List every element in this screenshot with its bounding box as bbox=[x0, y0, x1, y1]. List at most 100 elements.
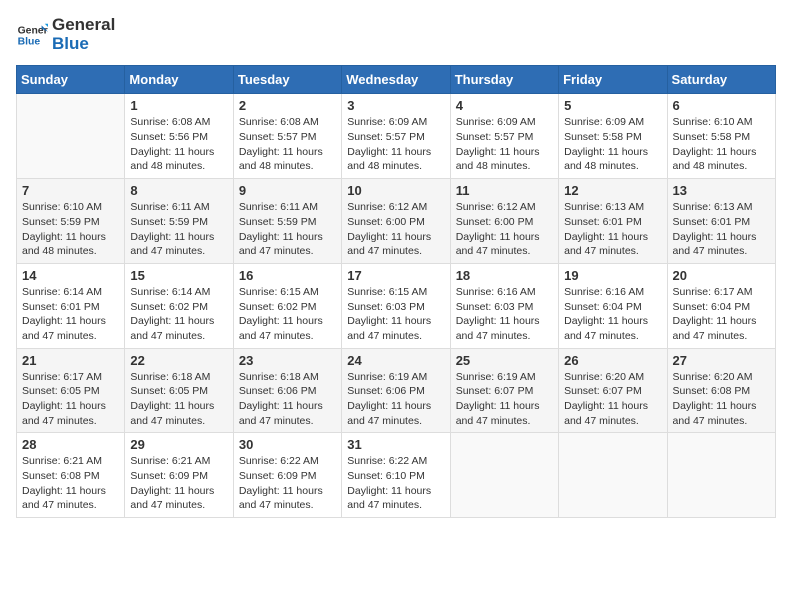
sunset-label: Sunset: 5:56 PM bbox=[130, 131, 208, 143]
sunrise-label: Sunrise: 6:14 AM bbox=[130, 286, 210, 298]
calendar-cell: 7Sunrise: 6:10 AMSunset: 5:59 PMDaylight… bbox=[17, 179, 125, 264]
svg-text:Blue: Blue bbox=[18, 36, 41, 47]
calendar-cell: 14Sunrise: 6:14 AMSunset: 6:01 PMDayligh… bbox=[17, 263, 125, 348]
sunset-label: Sunset: 5:59 PM bbox=[22, 216, 100, 228]
calendar-cell bbox=[559, 433, 667, 518]
calendar-cell bbox=[667, 433, 775, 518]
calendar-cell: 15Sunrise: 6:14 AMSunset: 6:02 PMDayligh… bbox=[125, 263, 233, 348]
sunrise-label: Sunrise: 6:18 AM bbox=[130, 371, 210, 383]
sunrise-label: Sunrise: 6:15 AM bbox=[347, 286, 427, 298]
logo: General Blue General Blue bbox=[16, 16, 115, 53]
calendar-week-row: 1Sunrise: 6:08 AMSunset: 5:56 PMDaylight… bbox=[17, 94, 776, 179]
day-number: 25 bbox=[456, 353, 553, 368]
daylight-label: Daylight: 11 hours and 47 minutes. bbox=[564, 400, 648, 427]
sunrise-label: Sunrise: 6:19 AM bbox=[347, 371, 427, 383]
sunrise-label: Sunrise: 6:14 AM bbox=[22, 286, 102, 298]
day-info: Sunrise: 6:16 AMSunset: 6:03 PMDaylight:… bbox=[456, 285, 553, 344]
day-info: Sunrise: 6:19 AMSunset: 6:06 PMDaylight:… bbox=[347, 370, 444, 429]
calendar-cell: 24 Sunrise: 6:19 AMSunset: 6:06 PMDayligh… bbox=[342, 348, 450, 433]
svg-text:General: General bbox=[18, 25, 48, 36]
sunrise-label: Sunrise: 6:17 AM bbox=[22, 371, 102, 383]
day-info: Sunrise: 6:14 AMSunset: 6:02 PMDaylight:… bbox=[130, 285, 227, 344]
day-number: 23 bbox=[239, 353, 336, 368]
calendar-cell: 5Sunrise: 6:09 AMSunset: 5:58 PMDaylight… bbox=[559, 94, 667, 179]
day-info: Sunrise: 6:15 AMSunset: 6:03 PMDaylight:… bbox=[347, 285, 444, 344]
day-info: Sunrise: 6:20 AMSunset: 6:08 PMDaylight:… bbox=[673, 370, 770, 429]
day-number: 24 bbox=[347, 353, 444, 368]
sunrise-label: Sunrise: 6:09 AM bbox=[347, 116, 427, 128]
day-info: Sunrise: 6:18 AMSunset: 6:05 PMDaylight:… bbox=[130, 370, 227, 429]
sunset-label: Sunset: 5:57 PM bbox=[347, 131, 425, 143]
sunrise-label: Sunrise: 6:16 AM bbox=[456, 286, 536, 298]
logo-blue-text: Blue bbox=[52, 35, 115, 54]
daylight-label: Daylight: 11 hours and 48 minutes. bbox=[456, 146, 540, 173]
daylight-label: Daylight: 11 hours and 47 minutes. bbox=[456, 315, 540, 342]
logo-icon: General Blue bbox=[16, 19, 48, 51]
daylight-label: Daylight: 11 hours and 48 minutes. bbox=[130, 146, 214, 173]
calendar-week-row: 21Sunrise: 6:17 AMSunset: 6:05 PMDayligh… bbox=[17, 348, 776, 433]
column-header-monday: Monday bbox=[125, 66, 233, 94]
day-info: Sunrise: 6:20 AMSunset: 6:07 PMDaylight:… bbox=[564, 370, 661, 429]
sunset-label: Sunset: 6:08 PM bbox=[22, 470, 100, 482]
sunrise-label: Sunrise: 6:10 AM bbox=[22, 201, 102, 213]
day-number: 2 bbox=[239, 98, 336, 113]
sunrise-label: Sunrise: 6:09 AM bbox=[456, 116, 536, 128]
day-info: Sunrise: 6:13 AMSunset: 6:01 PMDaylight:… bbox=[564, 200, 661, 259]
sunset-label: Sunset: 6:01 PM bbox=[673, 216, 751, 228]
day-number: 4 bbox=[456, 98, 553, 113]
sunrise-label: Sunrise: 6:16 AM bbox=[564, 286, 644, 298]
calendar-cell: 9Sunrise: 6:11 AMSunset: 5:59 PMDaylight… bbox=[233, 179, 341, 264]
daylight-label: Daylight: 11 hours and 47 minutes. bbox=[564, 315, 648, 342]
day-number: 18 bbox=[456, 268, 553, 283]
day-number: 22 bbox=[130, 353, 227, 368]
sunset-label: Sunset: 6:04 PM bbox=[564, 301, 642, 313]
sunrise-label: Sunrise: 6:20 AM bbox=[673, 371, 753, 383]
sunrise-label: Sunrise: 6:19 AM bbox=[456, 371, 536, 383]
calendar-cell bbox=[17, 94, 125, 179]
day-number: 7 bbox=[22, 183, 119, 198]
calendar-cell: 11Sunrise: 6:12 AMSunset: 6:00 PMDayligh… bbox=[450, 179, 558, 264]
calendar-cell: 22 Sunrise: 6:18 AMSunset: 6:05 PMDayligh… bbox=[125, 348, 233, 433]
column-header-saturday: Saturday bbox=[667, 66, 775, 94]
day-number: 8 bbox=[130, 183, 227, 198]
calendar-cell: 28Sunrise: 6:21 AMSunset: 6:08 PMDayligh… bbox=[17, 433, 125, 518]
sunset-label: Sunset: 6:04 PM bbox=[673, 301, 751, 313]
calendar-cell: 4Sunrise: 6:09 AMSunset: 5:57 PMDaylight… bbox=[450, 94, 558, 179]
daylight-label: Daylight: 11 hours and 47 minutes. bbox=[130, 485, 214, 512]
day-info: Sunrise: 6:09 AMSunset: 5:57 PMDaylight:… bbox=[347, 115, 444, 174]
day-info: Sunrise: 6:10 AMSunset: 5:58 PMDaylight:… bbox=[673, 115, 770, 174]
calendar-header-row: SundayMondayTuesdayWednesdayThursdayFrid… bbox=[17, 66, 776, 94]
day-number: 17 bbox=[347, 268, 444, 283]
column-header-tuesday: Tuesday bbox=[233, 66, 341, 94]
calendar-cell: 25Sunrise: 6:19 AMSunset: 6:07 PMDayligh… bbox=[450, 348, 558, 433]
day-info: Sunrise: 6:11 AMSunset: 5:59 PMDaylight:… bbox=[130, 200, 227, 259]
day-number: 9 bbox=[239, 183, 336, 198]
calendar-cell: 27 Sunrise: 6:20 AMSunset: 6:08 PMDayligh… bbox=[667, 348, 775, 433]
sunset-label: Sunset: 5:59 PM bbox=[130, 216, 208, 228]
daylight-label: Daylight: 11 hours and 47 minutes. bbox=[347, 231, 431, 258]
sunset-label: Sunset: 5:58 PM bbox=[673, 131, 751, 143]
sunset-label: Sunset: 6:09 PM bbox=[239, 470, 317, 482]
day-info: Sunrise: 6:15 AMSunset: 6:02 PMDaylight:… bbox=[239, 285, 336, 344]
calendar-cell: 19Sunrise: 6:16 AMSunset: 6:04 PMDayligh… bbox=[559, 263, 667, 348]
sunrise-label: Sunrise: 6:09 AM bbox=[564, 116, 644, 128]
sunset-label: Sunset: 6:01 PM bbox=[564, 216, 642, 228]
sunset-label: Sunset: 6:09 PM bbox=[130, 470, 208, 482]
day-number: 27 bbox=[673, 353, 770, 368]
day-number: 13 bbox=[673, 183, 770, 198]
calendar-cell: 18 Sunrise: 6:16 AMSunset: 6:03 PMDayligh… bbox=[450, 263, 558, 348]
daylight-label: Daylight: 11 hours and 47 minutes. bbox=[239, 400, 323, 427]
calendar: SundayMondayTuesdayWednesdayThursdayFrid… bbox=[16, 65, 776, 518]
day-number: 29 bbox=[130, 437, 227, 452]
sunset-label: Sunset: 6:10 PM bbox=[347, 470, 425, 482]
day-number: 14 bbox=[22, 268, 119, 283]
calendar-week-row: 7 Sunrise: 6:10 AM Sunset: 5:59 PM Daylight… bbox=[17, 179, 776, 264]
sunset-label: Sunset: 6:02 PM bbox=[239, 301, 317, 313]
calendar-cell: 20Sunrise: 6:17 AMSunset: 6:04 PMDayligh… bbox=[667, 263, 775, 348]
day-info: Sunrise: 6:17 AMSunset: 6:05 PMDaylight:… bbox=[22, 370, 119, 429]
sunrise-label: Sunrise: 6:11 AM bbox=[239, 201, 318, 213]
day-number: 1 bbox=[130, 98, 227, 113]
calendar-cell: 26Sunrise: 6:20 AMSunset: 6:07 PMDayligh… bbox=[559, 348, 667, 433]
sunrise-label: Sunrise: 6:22 AM bbox=[239, 455, 319, 467]
calendar-cell: 8 Sunrise: 6:11 AMSunset: 5:59 PMDaylight… bbox=[125, 179, 233, 264]
